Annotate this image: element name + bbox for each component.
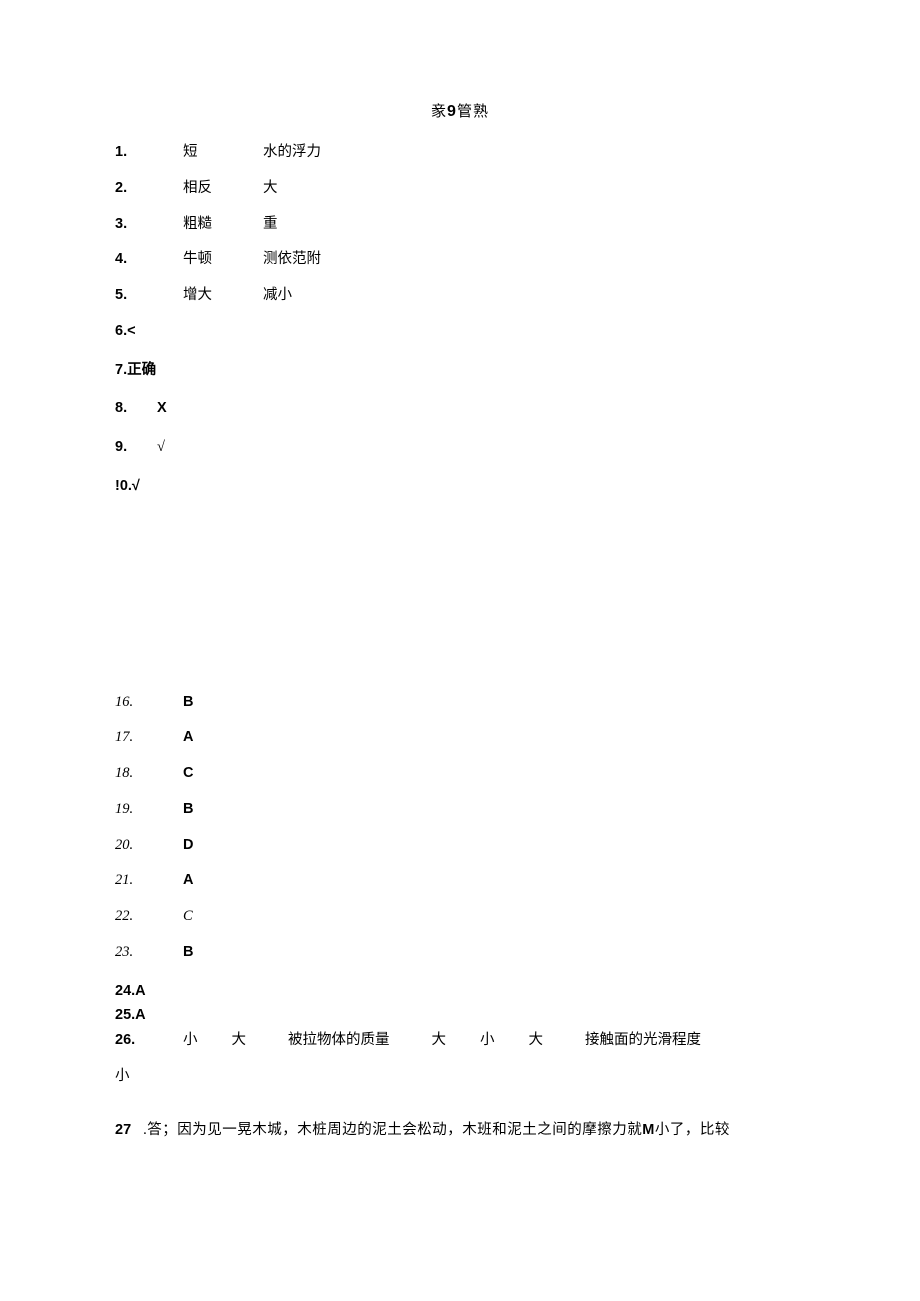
- q26-h: 小: [115, 1066, 130, 1088]
- q-num: 22.: [115, 906, 183, 928]
- q26-d: 大: [432, 1030, 447, 1052]
- answer-row-8: 8. X: [115, 398, 805, 420]
- q-ans: B: [183, 799, 193, 821]
- q26-b: 大: [232, 1030, 247, 1052]
- q27-text: .答；因为见一晃木城，木桩周边的泥土会松动，木班和泥土之间的摩擦力就M小了，比较: [143, 1120, 730, 1142]
- q-num: 24.A: [115, 981, 183, 1003]
- q26-f: 大: [529, 1030, 544, 1052]
- q-num: 27: [115, 1120, 131, 1142]
- q-ans-a: 牛顿: [183, 249, 263, 271]
- q-num: 4.: [115, 249, 183, 271]
- q26-e: 小: [480, 1030, 495, 1052]
- answer-row-6: 6.<: [115, 321, 805, 343]
- answer-row-27: 27 .答；因为见一晃木城，木桩周边的泥土会松动，木班和泥土之间的摩擦力就M小了…: [115, 1120, 805, 1142]
- answer-row-9: 9. √: [115, 437, 805, 459]
- q-ans-a: 短: [183, 142, 263, 164]
- answer-row-4: 4. 牛顿 测依范附: [115, 249, 805, 271]
- blank-gap: [115, 512, 805, 692]
- q-ans-b: 测依范附: [263, 249, 321, 271]
- answer-row-10: !0.√: [115, 476, 805, 498]
- q-ans: B: [183, 942, 193, 964]
- q-num: 3.: [115, 214, 183, 236]
- q27-m: M: [642, 1122, 655, 1138]
- title-right: 管熟: [457, 104, 489, 120]
- q27-before: .答；因为见一晃木城，木桩周边的泥土会松动，木班和泥土之间的摩擦力就: [143, 1122, 642, 1138]
- q-ans: A: [183, 870, 193, 892]
- q-ans-a: 粗糙: [183, 214, 263, 236]
- q-ans-a: 相反: [183, 178, 263, 200]
- q26-a: 小: [183, 1030, 198, 1052]
- q-num: 8.: [115, 398, 157, 420]
- title-nine: 9: [447, 103, 457, 120]
- q-ans: C: [183, 906, 193, 928]
- q-num: 9.: [115, 437, 157, 459]
- answer-row-20: 20. D: [115, 835, 805, 857]
- q-ans-b: 减小: [263, 285, 292, 307]
- answer-row-17: 17. A: [115, 727, 805, 749]
- q-ans: C: [183, 763, 193, 785]
- q26-g: 接触面的光滑程度: [585, 1030, 701, 1052]
- q-num: 17.: [115, 727, 183, 749]
- q-num: 1.: [115, 142, 183, 164]
- q-ans-b: 大: [263, 178, 278, 200]
- answer-row-21: 21. A: [115, 870, 805, 892]
- q-num: 18.: [115, 763, 183, 785]
- q-ans: A: [183, 727, 193, 749]
- answer-row-23: 23. B: [115, 942, 805, 964]
- answer-row-26b: 小: [115, 1066, 805, 1088]
- q-num: 21.: [115, 870, 183, 892]
- answer-row-2: 2. 相反 大: [115, 178, 805, 200]
- q-num: 6.<: [115, 321, 183, 343]
- answer-row-7: 7.正确: [115, 360, 805, 382]
- q27-after: 小了，比较: [655, 1122, 730, 1138]
- q-num: 16.: [115, 692, 183, 714]
- q-num: !0.√: [115, 476, 183, 498]
- q-num: 20.: [115, 835, 183, 857]
- q-num: 23.: [115, 942, 183, 964]
- answer-row-24: 24.A: [115, 981, 805, 1003]
- answer-row-22: 22. C: [115, 906, 805, 928]
- q-num: 19.: [115, 799, 183, 821]
- answer-row-5: 5. 增大 减小: [115, 285, 805, 307]
- q-ans-a: 增大: [183, 285, 263, 307]
- q-ans: X: [157, 398, 167, 420]
- q26-c: 被拉物体的质量: [288, 1030, 390, 1052]
- page-title: 豙9管熟: [115, 100, 805, 124]
- answer-row-19: 19. B: [115, 799, 805, 821]
- q-ans: B: [183, 692, 193, 714]
- q-ans: √: [157, 437, 165, 459]
- answer-row-26: 26. 小 大 被拉物体的质量 大 小 大 接触面的光滑程度: [115, 1030, 805, 1052]
- q-num: 25.A: [115, 1005, 183, 1027]
- q-num: 26.: [115, 1030, 183, 1052]
- q-num: 5.: [115, 285, 183, 307]
- q-ans-b: 水的浮力: [263, 142, 321, 164]
- answer-row-3: 3. 粗糙 重: [115, 214, 805, 236]
- title-left: 豙: [431, 104, 447, 120]
- answer-row-1: 1. 短 水的浮力: [115, 142, 805, 164]
- answer-row-25: 25.A: [115, 1005, 805, 1027]
- q-ans: D: [183, 835, 193, 857]
- answer-row-16: 16. B: [115, 692, 805, 714]
- q-num: 2.: [115, 178, 183, 200]
- q-ans-b: 重: [263, 214, 278, 236]
- q-num: 7.正确: [115, 360, 156, 382]
- answer-row-18: 18. C: [115, 763, 805, 785]
